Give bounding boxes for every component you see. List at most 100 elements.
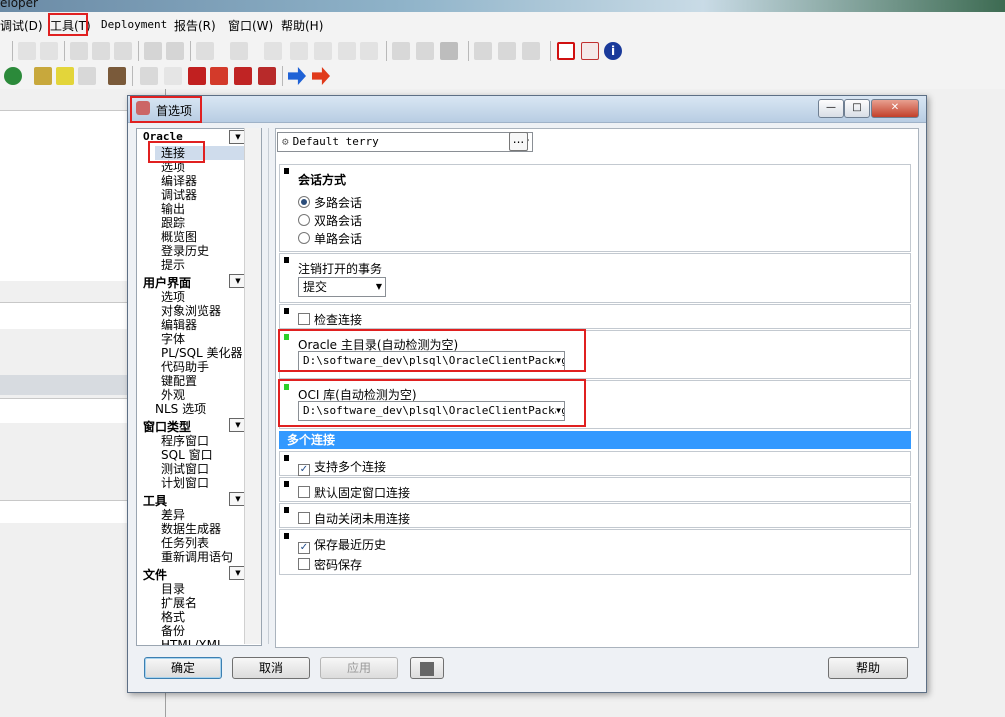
- info-icon[interactable]: i: [604, 42, 622, 60]
- nav-item[interactable]: 对象浏览器: [161, 304, 221, 318]
- nav-item[interactable]: HTML/XML: [161, 638, 224, 645]
- radio-single-session[interactable]: 单路会话: [298, 230, 362, 247]
- default-fixed-window-checkbox[interactable]: 默认固定窗口连接: [298, 484, 410, 501]
- nav-item[interactable]: NLS 选项: [155, 402, 206, 416]
- wrench-icon[interactable]: [108, 67, 126, 85]
- uppercase-icon[interactable]: [360, 42, 378, 60]
- undo-icon[interactable]: [18, 42, 36, 60]
- menu-window[interactable]: 窗口(W): [228, 17, 273, 34]
- nav-item[interactable]: 编辑器: [161, 318, 197, 332]
- arrow-right-red-icon[interactable]: [312, 67, 330, 85]
- check-connection-checkbox[interactable]: 检查连接: [298, 311, 362, 328]
- save-history-checkbox[interactable]: ✓ 保存最近历史: [298, 536, 386, 554]
- nav-item[interactable]: 外观: [161, 388, 185, 402]
- nav-category-tools[interactable]: 工具: [143, 492, 167, 508]
- template-icon[interactable]: [78, 67, 96, 85]
- nav-item[interactable]: 测试窗口: [161, 462, 209, 476]
- nav-item[interactable]: 调试器: [161, 188, 197, 202]
- recall-icon[interactable]: [56, 67, 74, 85]
- nav-scrollbar[interactable]: [244, 128, 261, 644]
- tile-icon[interactable]: [498, 42, 516, 60]
- nav-category-files[interactable]: 文件: [143, 566, 167, 582]
- radio-multi-session[interactable]: 多路会话: [298, 194, 362, 211]
- menu-help[interactable]: 帮助(H): [281, 17, 323, 34]
- save-password-checkbox[interactable]: 密码保存: [298, 556, 362, 573]
- copy-icon[interactable]: [92, 42, 110, 60]
- paste-icon[interactable]: [114, 42, 132, 60]
- menu-tools[interactable]: 工具(T): [50, 17, 91, 34]
- red-mixed-icon[interactable]: [234, 67, 252, 85]
- nav-item[interactable]: 重新调用语句: [161, 550, 233, 564]
- unindent-icon[interactable]: [290, 42, 308, 60]
- nav-item[interactable]: 扩展名: [161, 596, 197, 610]
- nav-item-connection[interactable]: 连接: [155, 146, 247, 160]
- nav-item[interactable]: PL/SQL 美化器: [161, 346, 243, 360]
- profile-more-button[interactable]: ...: [509, 132, 528, 151]
- nav-item[interactable]: 编译器: [161, 174, 197, 188]
- execute-icon[interactable]: [440, 42, 458, 60]
- session-icon[interactable]: [4, 67, 22, 85]
- red-cube-icon[interactable]: [188, 67, 206, 85]
- support-multiple-connections-checkbox[interactable]: ✓ 支持多个连接: [298, 458, 386, 476]
- window-list-icon[interactable]: [474, 42, 492, 60]
- auto-close-unused-checkbox[interactable]: 自动关闭未用连接: [298, 510, 410, 527]
- nav-item[interactable]: 选项: [161, 290, 185, 304]
- nav-item[interactable]: 备份: [161, 624, 185, 638]
- nav-item[interactable]: 选项: [161, 160, 185, 174]
- nav-item[interactable]: 跟踪: [161, 216, 185, 230]
- indent-icon[interactable]: [264, 42, 282, 60]
- import-settings-button[interactable]: [410, 657, 444, 679]
- nav-item[interactable]: 计划窗口: [161, 476, 209, 490]
- nav-item[interactable]: 字体: [161, 332, 185, 346]
- query-icon[interactable]: [416, 42, 434, 60]
- comment-icon[interactable]: [314, 42, 332, 60]
- red-tools-icon[interactable]: [210, 67, 228, 85]
- nav-item[interactable]: 键配置: [161, 374, 197, 388]
- oracle-icon[interactable]: [557, 42, 575, 60]
- nav-item[interactable]: 提示: [161, 258, 185, 272]
- forward-icon[interactable]: [230, 42, 248, 60]
- nav-item[interactable]: 差异: [161, 508, 185, 522]
- apply-button[interactable]: 应用: [320, 657, 398, 679]
- eraser-icon[interactable]: [164, 67, 182, 85]
- nav-item[interactable]: 格式: [161, 610, 185, 624]
- pdf-icon[interactable]: [581, 42, 599, 60]
- nav-item[interactable]: SQL 窗口: [161, 448, 213, 462]
- radio-dual-session[interactable]: 双路会话: [298, 212, 362, 229]
- logoff-select[interactable]: 提交 ▼: [298, 277, 386, 297]
- back-icon[interactable]: [196, 42, 214, 60]
- maximize-button[interactable]: □: [844, 99, 870, 118]
- uncomment-icon[interactable]: [338, 42, 356, 60]
- ok-button[interactable]: 确定: [144, 657, 222, 679]
- menu-reports[interactable]: 报告(R): [174, 17, 216, 34]
- replace-icon[interactable]: [166, 42, 184, 60]
- cancel-button[interactable]: 取消: [232, 657, 310, 679]
- nav-item[interactable]: 输出: [161, 202, 185, 216]
- nav-category-ui[interactable]: 用户界面: [143, 274, 191, 290]
- build-icon[interactable]: [34, 67, 52, 85]
- redo-icon[interactable]: [40, 42, 58, 60]
- menu-deployment[interactable]: Deployment: [101, 18, 167, 31]
- red-brush-icon[interactable]: [258, 67, 276, 85]
- nav-category-oracle[interactable]: Oracle: [143, 130, 183, 146]
- nav-item[interactable]: 任务列表: [161, 536, 209, 550]
- nav-item[interactable]: 目录: [161, 582, 185, 596]
- nav-category-window-types[interactable]: 窗口类型: [143, 418, 191, 434]
- nav-item[interactable]: 代码助手: [161, 360, 209, 374]
- find-icon[interactable]: [144, 42, 162, 60]
- clear-icon[interactable]: [140, 67, 158, 85]
- nav-item[interactable]: 程序窗口: [161, 434, 209, 448]
- nav-item[interactable]: 概览图: [161, 230, 197, 244]
- oracle-home-select[interactable]: D:\software_dev\plsql\OracleClientPackag…: [298, 351, 565, 371]
- minimize-button[interactable]: —: [818, 99, 844, 118]
- cut-icon[interactable]: [70, 42, 88, 60]
- cascade-icon[interactable]: [522, 42, 540, 60]
- profile-select[interactable]: ⚙Default terry▼: [277, 132, 533, 152]
- splitter[interactable]: [268, 128, 269, 644]
- oci-library-select[interactable]: D:\software_dev\plsql\OracleClientPackag…: [298, 401, 565, 421]
- close-button[interactable]: ✕: [871, 99, 919, 118]
- arrow-right-blue-icon[interactable]: [288, 67, 306, 85]
- nav-item[interactable]: 登录历史: [161, 244, 209, 258]
- menu-debug[interactable]: 调试(D): [0, 17, 43, 34]
- help-button[interactable]: 帮助: [828, 657, 908, 679]
